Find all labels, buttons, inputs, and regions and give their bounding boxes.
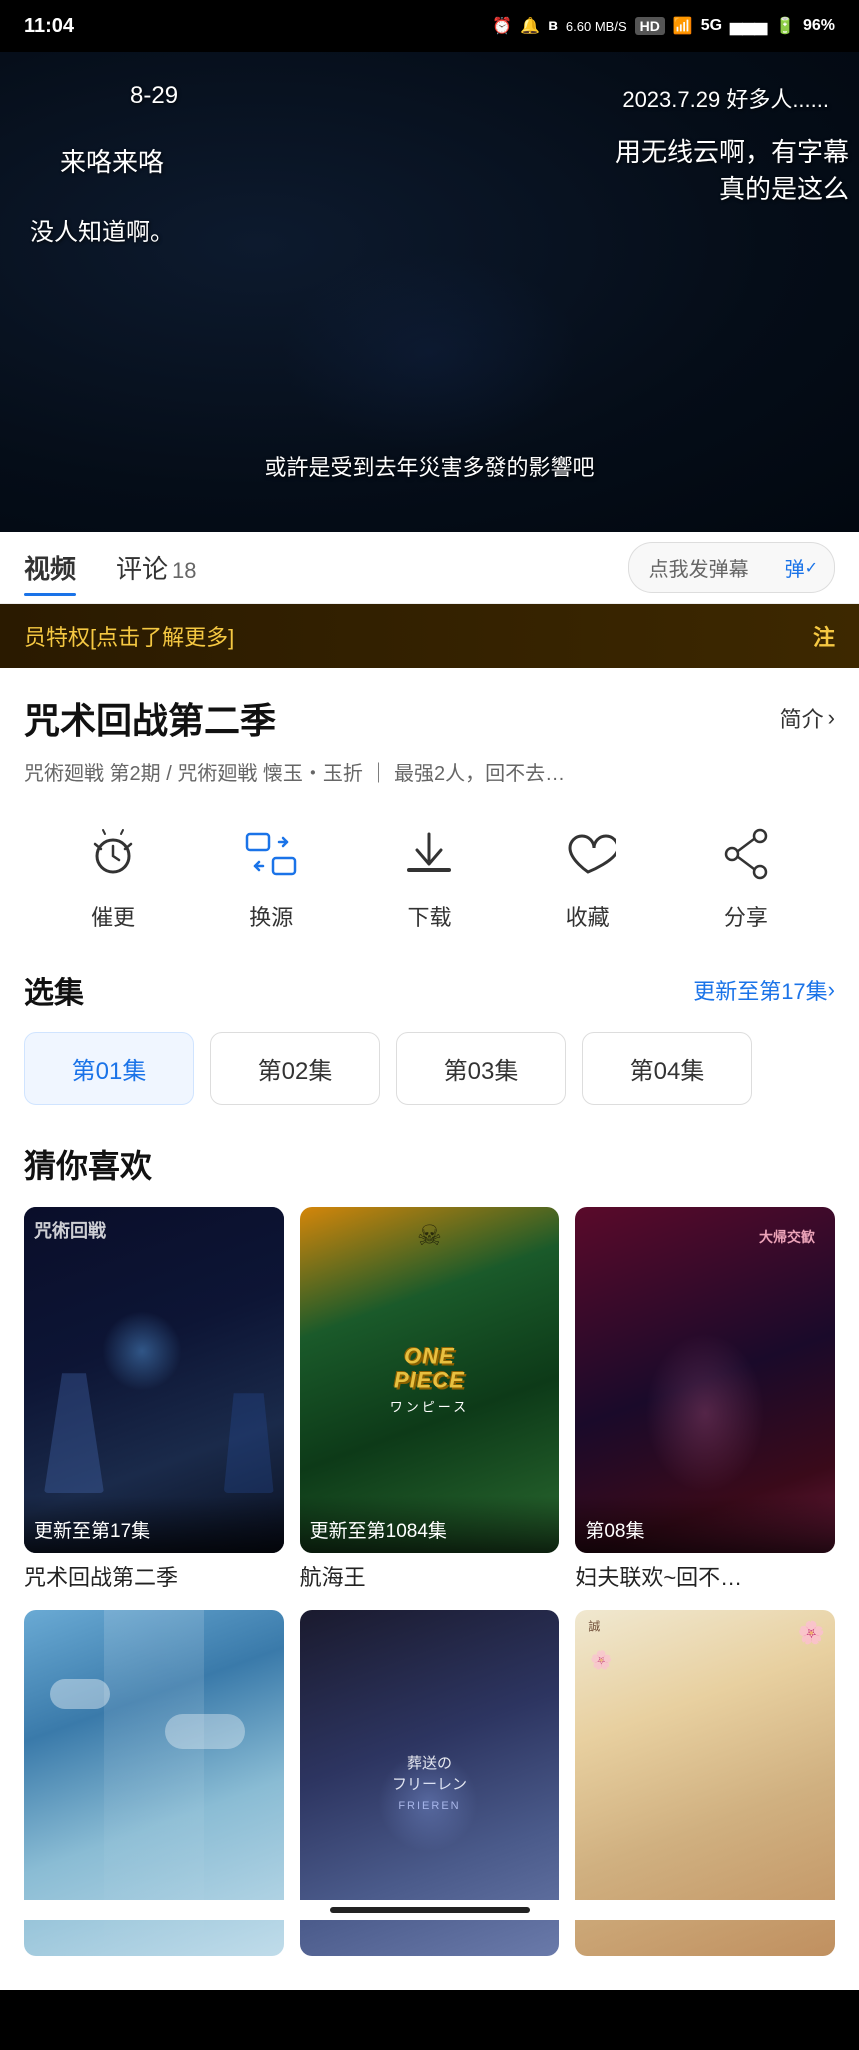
episode-btn-02[interactable]: 第02集	[210, 1032, 380, 1105]
signal-bars: ▅▅▅	[730, 16, 767, 36]
danmaku-toggle-button[interactable]: 弹 ✓	[769, 542, 835, 593]
video-background: 8-29 2023.7.29 好多人...... 来咯来咯 用无线云啊，有字幕真…	[0, 52, 859, 532]
mute-icon: 🔔	[520, 16, 540, 36]
member-register-link[interactable]: 注	[813, 620, 835, 652]
content-area: 咒术回战第二季 简介 › 咒術廻戦 第2期 / 咒術廻戦 懐玉・玉折 ｜ 最强2…	[0, 668, 859, 1990]
action-source-label: 换源	[249, 900, 293, 932]
comment-count: 18	[172, 558, 196, 583]
member-banner[interactable]: 员特权[点击了解更多] 注	[0, 604, 859, 668]
action-favorite[interactable]: 收藏	[552, 818, 624, 932]
action-download[interactable]: 下载	[393, 818, 465, 932]
heart-icon	[552, 818, 624, 890]
intro-arrow-icon: ›	[828, 705, 835, 731]
title-row: 咒术回战第二季 简介 ›	[24, 692, 835, 744]
action-remind-label: 催更	[91, 900, 135, 932]
action-remind[interactable]: 催更	[77, 818, 149, 932]
action-share-label: 分享	[724, 900, 768, 932]
action-favorite-label: 收藏	[566, 900, 610, 932]
action-download-label: 下载	[407, 900, 451, 932]
status-bar: 11:04 ⏰ 🔔 ʙ 6.60 MB/S HD 📶 5G ▅▅▅ 🔋 96%	[0, 0, 859, 52]
episode-btn-03[interactable]: 第03集	[396, 1032, 566, 1105]
action-share[interactable]: 分享	[710, 818, 782, 932]
wifi-icon: 📶	[673, 16, 693, 36]
onepiece-badge: 更新至第1084集	[300, 1496, 560, 1553]
download-icon	[393, 818, 465, 890]
battery-icon: 🔋	[775, 16, 795, 36]
episode-btn-04[interactable]: 第04集	[582, 1032, 752, 1105]
alarm-icon	[77, 818, 149, 890]
update-info-arrow: ›	[828, 977, 835, 1003]
jujutsu2-name: 咒术回战第二季	[24, 1563, 284, 1594]
fufu-thumb: 大帰交歓 第08集	[575, 1207, 835, 1553]
danmaku-check-icon: ✓	[805, 558, 818, 578]
status-time: 11:04	[24, 15, 74, 38]
jujutsu2-badge: 更新至第17集	[24, 1496, 284, 1553]
status-icons: ⏰ 🔔 ʙ 6.60 MB/S HD 📶 5G ▅▅▅ 🔋 96%	[492, 16, 835, 36]
tab-bar: 视频 评论18 点我发弹幕 弹 ✓	[0, 532, 859, 604]
fufu-name: 妇夫联欢~回不…	[575, 1563, 835, 1594]
recommend-item-jujutsu2[interactable]: 咒術回戦 更新至第17集 咒术回战第二季	[24, 1207, 284, 1594]
onepiece-name: 航海王	[300, 1563, 560, 1594]
member-banner-text: 员特权[点击了解更多]	[24, 620, 234, 652]
onepiece-thumb: ONE PIECE ワンピース ☠ 更新至第1084集	[300, 1207, 560, 1553]
bottom-nav-bar	[0, 1900, 859, 1920]
episode-section-header: 选集 更新至第17集 ›	[24, 968, 835, 1012]
jujutsu2-thumb: 咒術回戦 更新至第17集	[24, 1207, 284, 1553]
home-indicator	[330, 1907, 530, 1913]
bluetooth-icon: ʙ	[548, 17, 558, 35]
danmaku-icon: 弹	[785, 553, 805, 582]
danmaku-button-group: 点我发弹幕 弹 ✓	[628, 542, 835, 593]
episode-btn-01[interactable]: 第01集	[24, 1032, 194, 1105]
danmaku-input-button[interactable]: 点我发弹幕	[628, 542, 769, 593]
alarm-icon: ⏰	[492, 16, 512, 36]
action-source[interactable]: 换源	[235, 818, 307, 932]
intro-link[interactable]: 简介 ›	[780, 702, 835, 734]
episode-list: 第01集 第02集 第03集 第04集	[24, 1032, 835, 1105]
anime-title: 咒术回战第二季	[24, 692, 276, 744]
battery-level: 96%	[803, 17, 835, 35]
share-icon	[710, 818, 782, 890]
recommend-item-onepiece[interactable]: ONE PIECE ワンピース ☠ 更新至第1084集 航海王	[300, 1207, 560, 1594]
anime-tags: 咒術廻戦 第2期 / 咒術廻戦 懐玉・玉折 ｜ 最强2人，回不去…	[24, 758, 835, 790]
tab-comment[interactable]: 评论18	[116, 541, 197, 594]
video-player[interactable]: 8-29 2023.7.29 好多人...... 来咯来咯 用无线云啊，有字幕真…	[0, 52, 859, 532]
episode-section-title: 选集	[24, 968, 84, 1012]
onepiece-logo: ONE PIECE ワンピース	[390, 1344, 469, 1415]
hd-badge: HD	[635, 17, 665, 35]
signal-icon: 5G	[701, 17, 722, 35]
recommendations-section: 猜你喜欢 咒術回戦 更新至第17集	[24, 1141, 835, 1966]
video-subtitle: 或許是受到去年災害多發的影響吧	[0, 450, 859, 482]
fufu-badge: 第08集	[575, 1496, 835, 1553]
speed-indicator: 6.60 MB/S	[566, 19, 627, 34]
switch-source-icon	[235, 818, 307, 890]
recommend-item-fufu[interactable]: 大帰交歓 第08集 妇夫联欢~回不…	[575, 1207, 835, 1594]
tab-video[interactable]: 视频	[24, 541, 76, 594]
episode-update-info[interactable]: 更新至第17集 ›	[693, 974, 835, 1006]
recommendations-title: 猜你喜欢	[24, 1141, 835, 1187]
action-buttons: 催更 换源	[24, 818, 835, 932]
recommendations-grid: 咒術回戦 更新至第17集 咒术回战第二季 ONE PIECE ワンピース	[24, 1207, 835, 1966]
